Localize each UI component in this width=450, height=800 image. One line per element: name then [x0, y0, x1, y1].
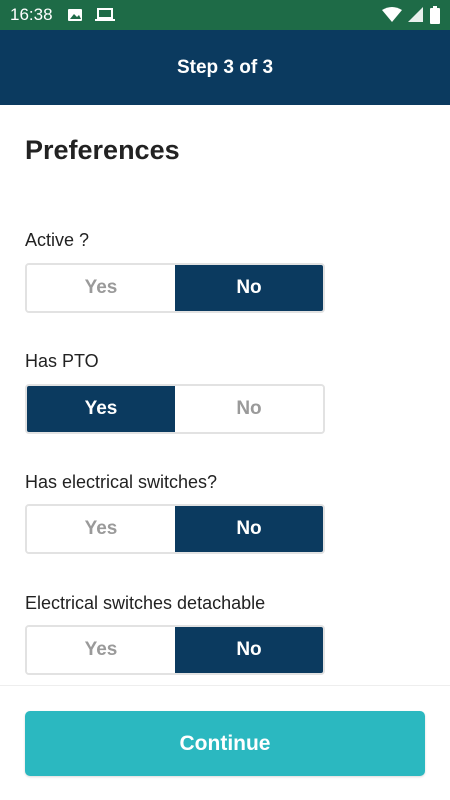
- page-title: Preferences: [25, 135, 180, 165]
- electrical-switches-yes-option[interactable]: Yes: [27, 506, 175, 552]
- wifi-icon: [382, 7, 402, 23]
- question-switches-detachable-label: Electrical switches detachable: [25, 593, 266, 613]
- signal-icon: [408, 7, 424, 23]
- laptop-icon: [94, 7, 115, 23]
- question-active-label: Active ?: [25, 230, 90, 250]
- electrical-switches-no-option[interactable]: No: [175, 506, 323, 552]
- image-icon: [67, 7, 83, 23]
- app-header: Step 3 of 3: [0, 30, 450, 105]
- step-indicator: Step 3 of 3: [176, 56, 274, 78]
- continue-button[interactable]: Continue: [25, 711, 425, 776]
- status-time: 16:38: [10, 5, 53, 24]
- question-has-pto-label: Has PTO: [25, 351, 99, 371]
- active-toggle: Yes No: [25, 263, 325, 313]
- active-no-option[interactable]: No: [175, 265, 323, 311]
- has-pto-no-option[interactable]: No: [175, 386, 323, 432]
- has-pto-toggle: Yes No: [25, 384, 325, 434]
- battery-icon: [430, 6, 440, 24]
- active-yes-option[interactable]: Yes: [27, 265, 175, 311]
- footer-bar: Continue: [0, 685, 450, 800]
- electrical-switches-toggle: Yes No: [25, 504, 325, 554]
- switches-detachable-yes-option[interactable]: Yes: [27, 627, 175, 673]
- switches-detachable-toggle: Yes No: [25, 625, 325, 675]
- has-pto-yes-option[interactable]: Yes: [27, 386, 175, 432]
- question-electrical-switches-label: Has electrical switches?: [25, 472, 218, 492]
- status-bar: 16:38: [0, 0, 450, 30]
- switches-detachable-no-option[interactable]: No: [175, 627, 323, 673]
